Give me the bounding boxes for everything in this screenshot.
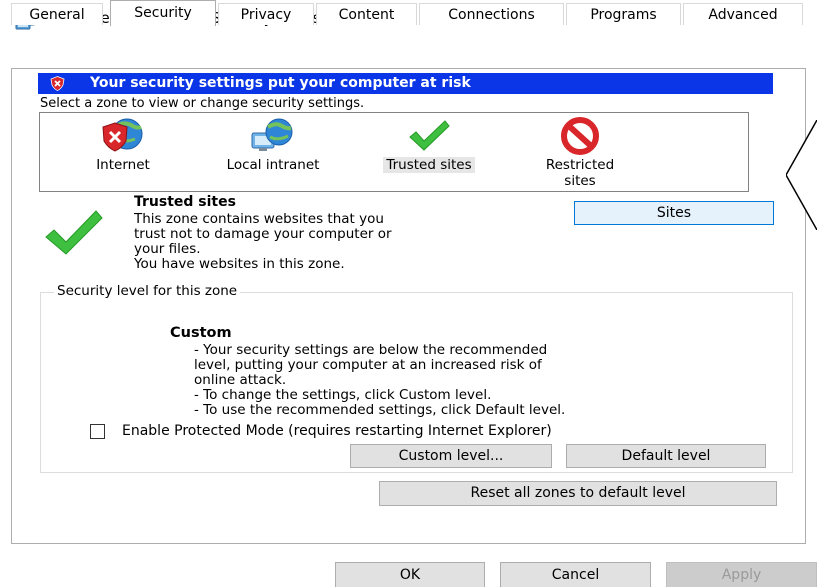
zone-restricted-sites[interactable]: Restricted sites [520,117,640,189]
security-warning-banner: Your security settings put your computer… [38,73,773,94]
cancel-button[interactable]: Cancel [500,562,651,587]
zone-desc-line: trust not to damage your computer or [134,226,392,242]
trusted-sites-check-icon [45,210,103,255]
zone-desc-line: your files. [134,241,201,257]
shield-warning-icon [50,76,65,91]
tab-programs[interactable]: Programs [566,3,681,25]
zone-local-intranet[interactable]: Local intranet [200,117,346,187]
custom-level-button[interactable]: Custom level... [350,444,552,468]
selected-zone-description: This zone contains websites that you tru… [134,212,534,272]
tab-security[interactable]: Security [110,0,216,26]
protected-mode-label[interactable]: Enable Protected Mode (requires restarti… [122,422,552,440]
zone-label-local-intranet: Local intranet [226,157,320,173]
warning-banner-text: Your security settings put your computer… [90,75,471,91]
globe-shield-icon [102,118,143,152]
ok-button[interactable]: OK [335,562,485,587]
zone-label-internet: Internet [96,157,150,173]
zone-label-restricted-sites: Restricted sites [545,157,615,189]
sites-button[interactable]: Sites [574,201,774,225]
zone-trusted-sites[interactable]: Trusted sites [359,117,499,187]
reset-all-zones-button[interactable]: Reset all zones to default level [379,481,777,506]
level-desc-line: - To use the recommended settings, click… [194,402,566,418]
zone-instruction: Select a zone to view or change security… [40,96,365,111]
level-desc-line: - To change the settings, click Custom l… [194,387,492,403]
callout-bubble [786,120,817,230]
security-level-name: Custom [170,325,232,341]
zone-desc-line: You have websites in this zone. [134,256,345,272]
security-level-description: - Your security settings are below the r… [194,343,565,418]
zone-label-trusted-sites: Trusted sites [383,157,475,173]
tab-content[interactable]: Content [316,3,417,25]
zone-desc-line: This zone contains websites that you [134,211,384,227]
default-level-button[interactable]: Default level [566,444,766,468]
security-level-group-label: Security level for this zone [54,283,241,300]
level-desc-line: online attack. [194,372,287,388]
protected-mode-checkbox[interactable] [90,424,105,439]
tab-privacy[interactable]: Privacy [218,3,314,25]
tab-connections[interactable]: Connections [419,3,564,25]
selected-zone-title: Trusted sites [134,194,236,210]
tab-advanced[interactable]: Advanced [683,3,803,25]
green-checkmark-icon [409,120,450,151]
intranet-globe-icon [251,118,293,151]
prohibited-icon [561,117,599,155]
zone-internet[interactable]: Internet [68,117,178,187]
apply-button[interactable]: Apply [666,562,817,587]
tab-general[interactable]: General [11,3,103,25]
level-desc-line: - Your security settings are below the r… [194,342,548,358]
level-desc-line: level, putting your computer at an incre… [194,357,542,373]
